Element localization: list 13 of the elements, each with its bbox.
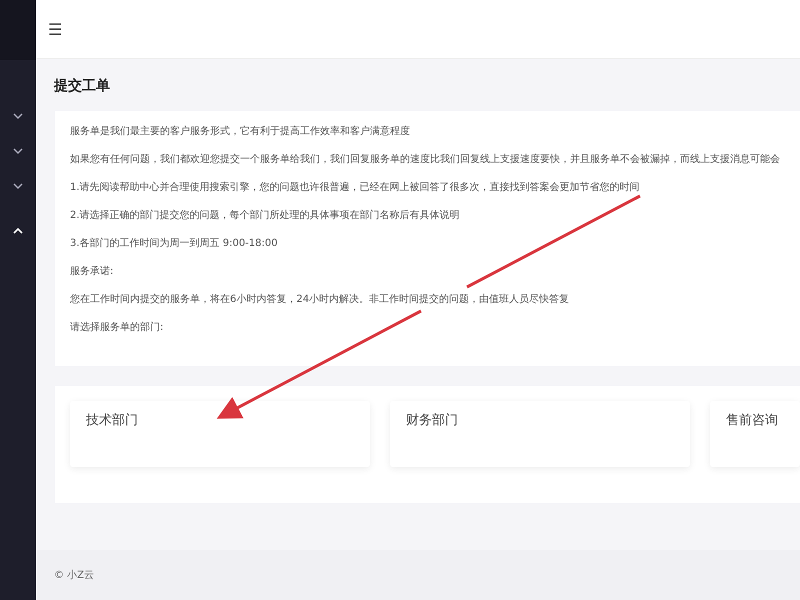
page-title: 提交工单 [54,77,111,96]
intro-text: 您在工作时间内提交的服务单，将在6小时内答复，24小时内解决。非工作时间提交的问题，由值班人员尽快答复 [70,292,570,307]
intro-text: 2.请选择正确的部门提交您的问题，每个部门所处理的具体事项在部门名称后有具体说明 [70,208,461,223]
copyright-text: © 小Z云 [54,568,94,582]
department-card[interactable]: 技术部门 [70,401,370,467]
intro-text: 请选择服务单的部门: [70,320,164,335]
department-card[interactable]: 售前咨询 [710,401,800,467]
intro-text: 3.各部门的工作时间为周一到周五 9:00-18:00 [70,236,279,251]
intro-text: 服务单是我们最主要的客户服务形式，它有利于提高工作效率和客户满意程度 [70,124,411,139]
department-card[interactable]: 财务部门 [390,401,690,467]
intro-text: 1.请先阅读帮助中心并合理使用搜索引擎，您的问题也许很普遍，已经在网上被回答了很多次，直接找到答案会更加节省您的时间 [70,180,641,195]
intro-text: 服务承诺: [70,264,114,279]
intro-text: 如果您有任何问题，我们都欢迎您提交一个服务单给我们，我们回复服务单的速度比我们回复线上支援速度要快，并且服务单不会被漏掉，而线上支援消息可能会 [70,152,781,167]
